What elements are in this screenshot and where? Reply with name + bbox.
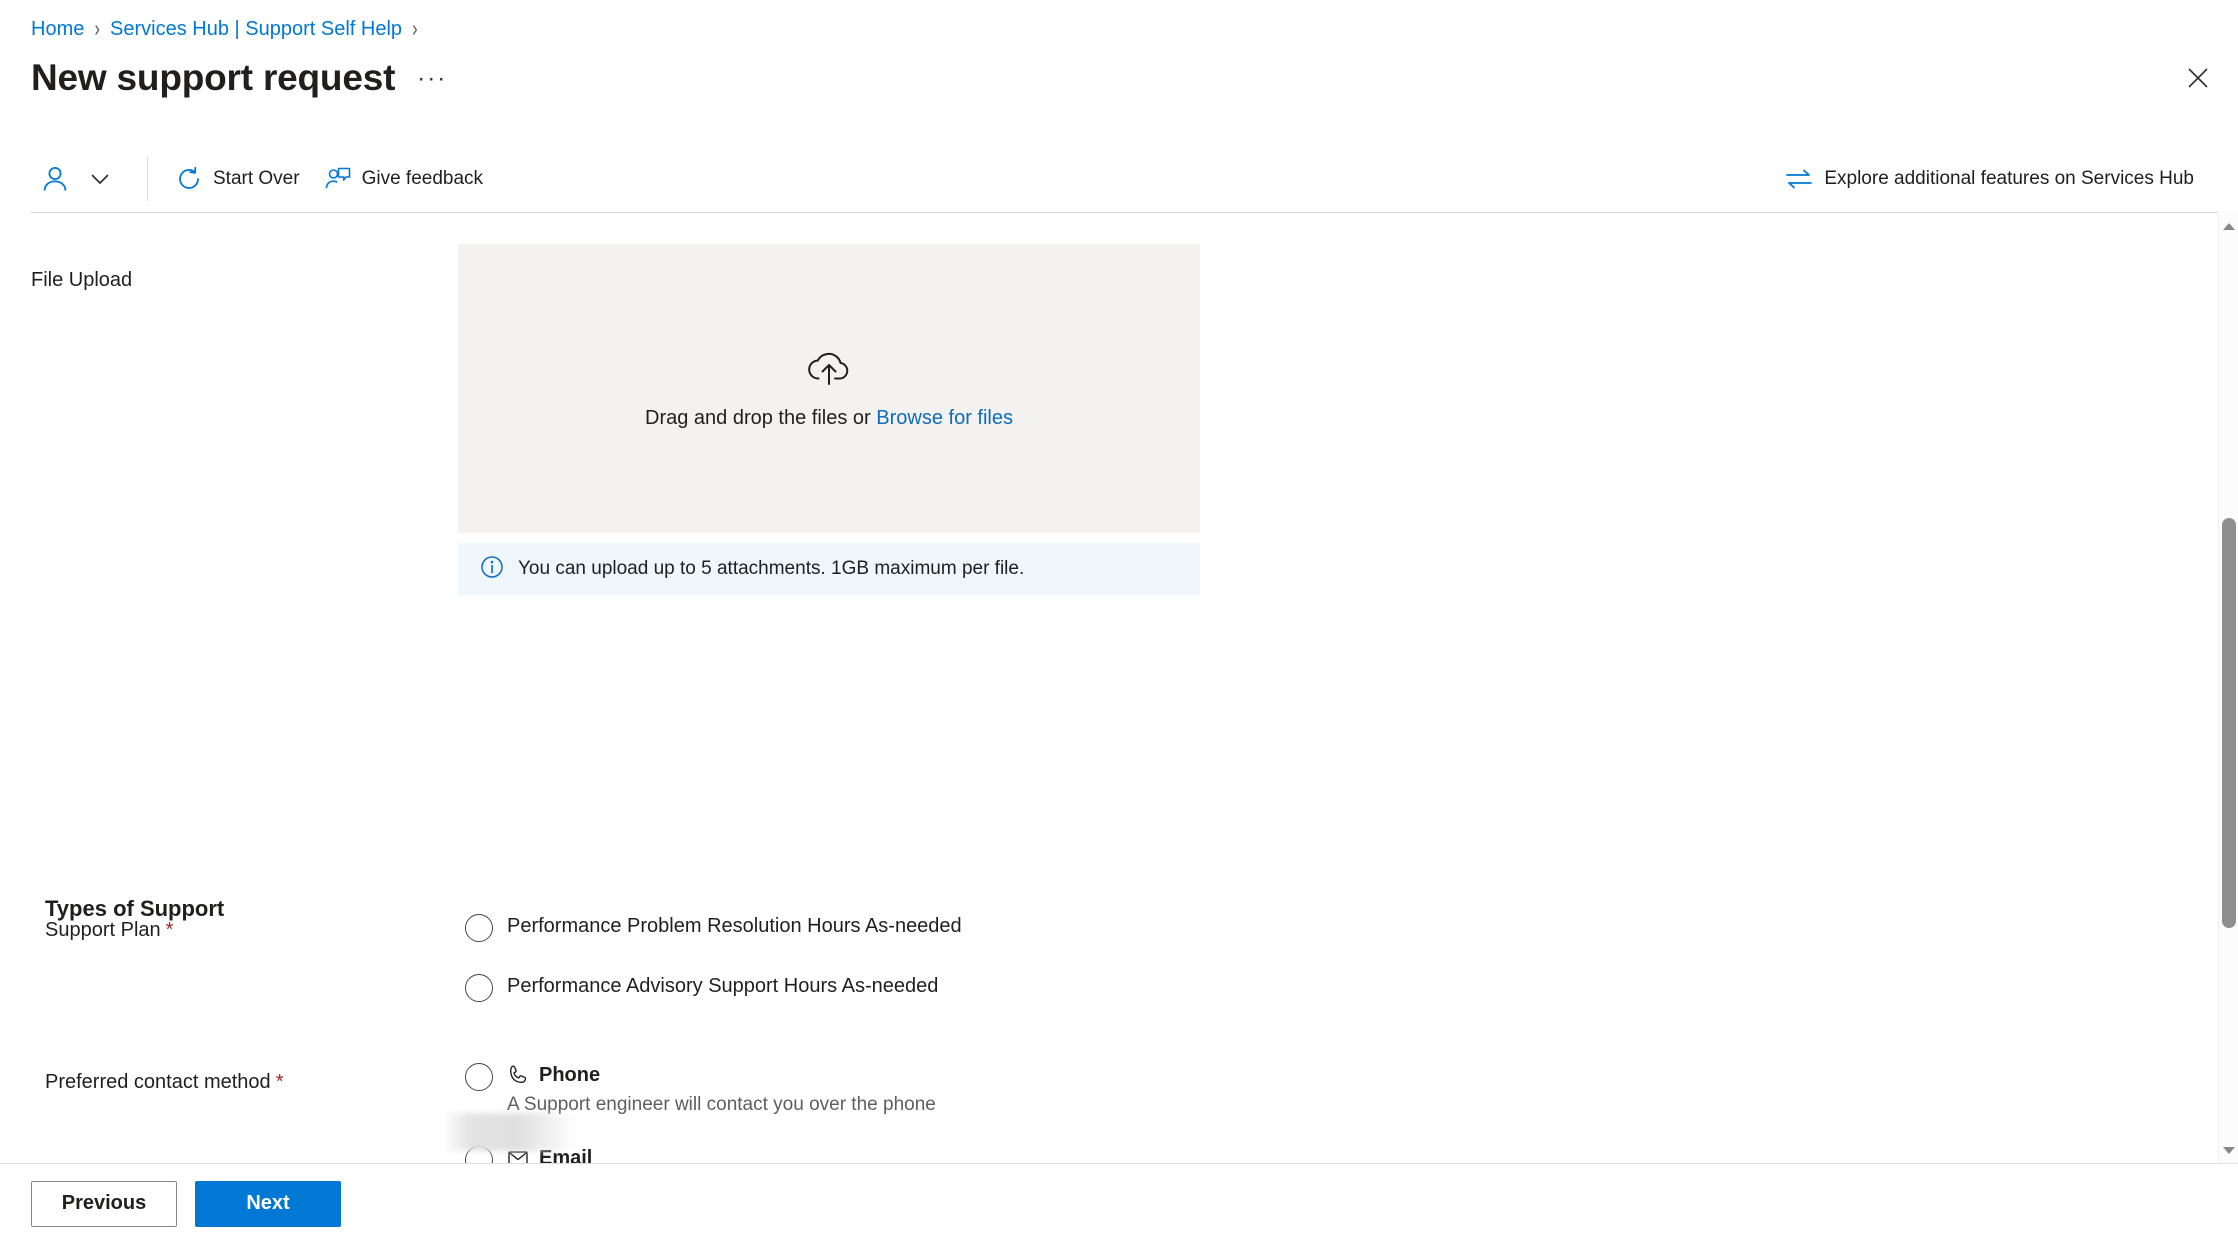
start-over-button[interactable]: Start Over xyxy=(164,158,312,200)
form-content: File Upload Drag and drop the files or B… xyxy=(0,213,2218,1198)
dropzone-text: Drag and drop the files or xyxy=(645,406,871,429)
chevron-down-icon xyxy=(2223,1146,2235,1154)
explore-additional-features-label: Explore additional features on Services … xyxy=(1824,168,2194,189)
close-button[interactable] xyxy=(2178,58,2218,98)
preferred-contact-method-required-marker: * xyxy=(275,1071,284,1093)
command-bar-divider xyxy=(147,157,148,201)
support-plan-label: Support Plan * xyxy=(45,917,173,943)
radio-body: Performance Advisory Support Hours As-ne… xyxy=(507,973,938,999)
page-title: New support request xyxy=(31,57,396,98)
phone-icon xyxy=(507,1064,529,1086)
radio-mark xyxy=(465,974,493,1002)
radio-contact-method-phone[interactable]: Phone A Support engineer will contact yo… xyxy=(465,1062,936,1117)
radio-body: Performance Problem Resolution Hours As-… xyxy=(507,913,962,939)
swap-arrows-icon xyxy=(1785,168,1813,190)
vertical-scrollbar[interactable] xyxy=(2218,213,2238,1163)
chevron-down-icon xyxy=(91,174,109,185)
preferred-contact-method-label-text: Preferred contact method xyxy=(45,1071,271,1093)
refresh-icon xyxy=(176,166,202,192)
user-avatar-button[interactable] xyxy=(33,158,77,200)
scrollbar-up-button[interactable] xyxy=(2219,217,2238,235)
radio-body: Phone A Support engineer will contact yo… xyxy=(507,1062,936,1117)
command-bar-left: Start Over Give feedback xyxy=(0,157,495,201)
support-plan-required-marker: * xyxy=(165,919,174,941)
cloud-upload-icon xyxy=(805,348,853,391)
file-upload-label: File Upload xyxy=(31,269,133,291)
breadcrumb-separator-icon: › xyxy=(94,15,101,42)
next-button[interactable]: Next xyxy=(195,1180,341,1227)
upload-info-banner: You can upload up to 5 attachments. 1GB … xyxy=(458,543,1200,595)
first-name-input[interactable] xyxy=(446,1113,576,1151)
breadcrumb: Home › Services Hub | Support Self Help … xyxy=(31,15,418,42)
explore-additional-features-button[interactable]: Explore additional features on Services … xyxy=(1773,160,2206,198)
radio-mark xyxy=(465,914,493,942)
person-icon xyxy=(43,167,67,191)
footer-actions: Previous Next xyxy=(0,1164,2238,1243)
preferred-contact-method-label: Preferred contact method * xyxy=(45,1069,283,1095)
command-bar-right: Explore additional features on Services … xyxy=(1773,160,2238,198)
breadcrumb-item-home[interactable]: Home xyxy=(31,16,84,42)
radio-support-plan-1[interactable]: Performance Advisory Support Hours As-ne… xyxy=(465,973,938,1002)
radio-label: Performance Advisory Support Hours As-ne… xyxy=(507,975,939,997)
scrollbar-down-button[interactable] xyxy=(2219,1141,2238,1159)
radio-mark xyxy=(465,1063,493,1091)
breadcrumb-item-services-hub[interactable]: Services Hub | Support Self Help xyxy=(110,16,402,42)
radio-support-plan-0[interactable]: Performance Problem Resolution Hours As-… xyxy=(465,913,962,942)
breadcrumb-separator-icon: › xyxy=(412,15,418,42)
command-bar: Start Over Give feedback Explore additio… xyxy=(0,148,2238,210)
title-row: New support request ··· xyxy=(31,55,451,101)
upload-info-text: You can upload up to 5 attachments. 1GB … xyxy=(518,558,1025,579)
file-dropzone[interactable]: Drag and drop the files or Browse for fi… xyxy=(458,244,1200,533)
previous-button[interactable]: Previous xyxy=(31,1180,177,1227)
give-feedback-button[interactable]: Give feedback xyxy=(312,158,495,200)
close-icon xyxy=(2188,68,2208,88)
browse-for-files-link[interactable]: Browse for files xyxy=(876,407,1013,429)
radio-label: Performance Problem Resolution Hours As-… xyxy=(507,915,962,937)
support-plan-label-text: Support Plan xyxy=(45,919,161,941)
info-icon xyxy=(480,555,504,584)
more-options-button[interactable]: ··· xyxy=(413,67,451,91)
scrollbar-thumb[interactable] xyxy=(2222,518,2236,928)
chevron-up-icon xyxy=(2223,222,2235,230)
new-support-request-page: Home › Services Hub | Support Self Help … xyxy=(0,0,2238,1243)
give-feedback-label: Give feedback xyxy=(361,168,484,189)
radio-title-row: Phone xyxy=(507,1062,936,1088)
start-over-label: Start Over xyxy=(213,168,300,189)
dropzone-text-row: Drag and drop the files or Browse for fi… xyxy=(645,407,1013,430)
person-feedback-icon xyxy=(324,166,351,192)
radio-label: Phone xyxy=(539,1064,601,1086)
user-menu-chevron-button[interactable] xyxy=(77,159,123,199)
